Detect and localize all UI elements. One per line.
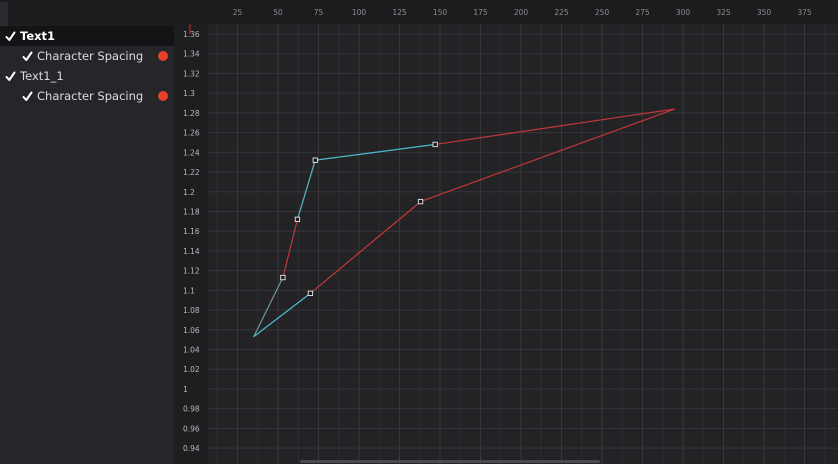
tree-header-handle — [0, 2, 8, 26]
y-tick-label: 1.12 — [183, 267, 200, 276]
y-tick-label: 1.24 — [183, 148, 200, 157]
tree-item-tool[interactable]: Text1 — [0, 26, 174, 46]
checkmark-icon[interactable] — [21, 90, 33, 102]
y-tick-label: 0.94 — [183, 444, 200, 453]
x-tick-label: 375 — [797, 8, 812, 17]
x-tick-label: 250 — [595, 8, 610, 17]
y-tick-label: 1 — [183, 385, 188, 394]
y-tick-label: 1.02 — [183, 365, 200, 374]
spline-graph-area[interactable]: 25 50 75 100 125 150 175 200 225 250 275 300 325 350 3… — [174, 0, 838, 464]
x-tick-label: 225 — [554, 8, 569, 17]
keyframe-handle[interactable] — [417, 198, 424, 205]
x-tick-label: 75 — [314, 8, 324, 17]
keyframe-handle[interactable] — [307, 290, 314, 296]
y-tick-label: 1.2 — [183, 188, 195, 197]
modifier-tree-panel: Text1 Character Spacing Text1_1 Character S… — [0, 0, 174, 464]
x-tick-label: 200 — [514, 8, 529, 17]
x-tick-label: 175 — [473, 8, 488, 17]
x-tick-label: 100 — [352, 8, 367, 17]
x-tick-label: 275 — [635, 8, 650, 17]
y-tick-label: 1.1 — [183, 286, 195, 295]
y-tick-label: 1.34 — [183, 50, 200, 59]
keyframe-handle[interactable] — [294, 216, 301, 223]
x-tick-label: 325 — [716, 8, 731, 17]
checkmark-icon[interactable] — [21, 50, 33, 62]
y-tick-label: 0.98 — [183, 405, 200, 414]
tree-item-label: Text1_1 — [20, 69, 64, 83]
y-tick-label: 1.06 — [183, 326, 200, 335]
y-tick-label: 1.36 — [183, 30, 200, 39]
y-tick-label: 1.04 — [183, 346, 200, 355]
tree-item-label: Character Spacing — [37, 49, 144, 63]
graph-background — [174, 0, 838, 464]
x-tick-label: 350 — [757, 8, 772, 17]
horizontal-scrollbar[interactable] — [300, 460, 600, 463]
y-tick-label: 1.3 — [183, 89, 195, 98]
keyframe-handle[interactable] — [432, 141, 438, 148]
tree-item-label: Character Spacing — [37, 89, 144, 103]
tree-item-parameter[interactable]: Character Spacing — [0, 46, 174, 66]
spline-graph[interactable]: 25 50 75 100 125 150 175 200 225 250 275 300 325 350 3… — [174, 0, 838, 464]
x-tick-label: 125 — [392, 8, 407, 17]
y-tick-label: 1.18 — [183, 207, 200, 216]
x-tick-label: 150 — [433, 8, 448, 17]
keyframe-indicator-icon[interactable] — [158, 91, 168, 101]
y-tick-label: 1.26 — [183, 129, 200, 138]
y-tick-label: 1.22 — [183, 168, 200, 177]
checkmark-icon[interactable] — [4, 70, 16, 82]
tree-item-parameter[interactable]: Character Spacing — [0, 86, 174, 106]
keyframe-handle[interactable] — [280, 274, 286, 281]
x-tick-label: 25 — [233, 8, 243, 17]
y-tick-label: 1.16 — [183, 227, 200, 236]
tree-header-bar — [0, 0, 174, 26]
checkmark-icon[interactable] — [4, 30, 16, 42]
tree-item-tool[interactable]: Text1_1 — [0, 66, 174, 86]
keyframe-handle[interactable] — [312, 157, 318, 163]
tree-item-label: Text1 — [20, 29, 56, 43]
x-tick-label: 300 — [676, 8, 691, 17]
y-tick-label: 1.32 — [183, 69, 200, 78]
y-tick-label: 0.96 — [183, 424, 200, 433]
y-tick-label: 1.28 — [183, 109, 200, 118]
x-tick-label: 50 — [273, 8, 283, 17]
keyframe-indicator-icon[interactable] — [158, 51, 168, 61]
y-tick-label: 1.08 — [183, 306, 200, 315]
y-tick-label: 1.14 — [183, 247, 200, 256]
